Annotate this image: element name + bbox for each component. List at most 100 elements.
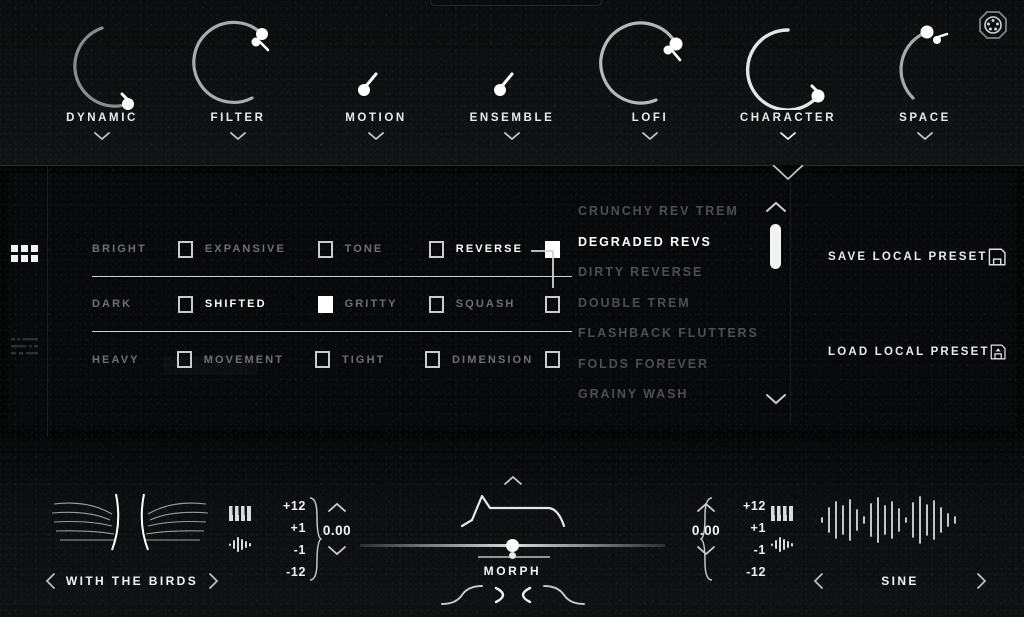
- preset-item[interactable]: DOUBLE TREM: [578, 288, 783, 319]
- chevron-left-icon[interactable]: [44, 572, 58, 590]
- effect-checkbox-dimension[interactable]: [545, 351, 561, 368]
- chevron-down-icon: [642, 132, 658, 141]
- chevron-down-icon: [94, 132, 110, 141]
- preset-scrollbar[interactable]: [762, 196, 788, 412]
- plugin-window: DYNAMIC FILTER MOTION ENSEMBLE LOFI CHAR…: [0, 0, 1024, 617]
- knob-expand-lofi[interactable]: [590, 128, 710, 141]
- effect-checkbox-squash[interactable]: [545, 295, 560, 313]
- source-a-name[interactable]: WITH THE BIRDS: [66, 574, 198, 588]
- waveform-icon[interactable]: [228, 536, 254, 553]
- list-icon[interactable]: [10, 336, 40, 363]
- effect-toggle-tone[interactable]: TONE: [345, 243, 417, 255]
- effect-label: HEAVY: [92, 353, 140, 366]
- effect-toggle-bright[interactable]: BRIGHT: [92, 243, 166, 255]
- effect-toggle-expansive[interactable]: EXPANSIVE: [205, 243, 306, 255]
- macro-knob-motion[interactable]: MOTION: [316, 14, 436, 141]
- knob-arc-lofi[interactable]: [590, 14, 710, 110]
- source-b-selector: SINE: [812, 572, 988, 590]
- effect-checkbox-bright[interactable]: [177, 240, 193, 258]
- knob-label-filter: FILTER: [210, 112, 266, 124]
- chevron-right-icon[interactable]: [206, 572, 220, 590]
- source-a-tune-value[interactable]: 0.00: [308, 523, 366, 538]
- pitch-tick: -12: [286, 565, 306, 579]
- chevron-down-icon: [504, 132, 520, 141]
- midi-din-icon[interactable]: [976, 8, 1010, 42]
- source-a-waveform-display: [51, 493, 209, 551]
- knob-expand-character[interactable]: [728, 128, 848, 141]
- knob-arc-dynamic[interactable]: [42, 14, 162, 110]
- effect-checkbox-gritty[interactable]: [428, 295, 444, 313]
- effect-checkbox-tone[interactable]: [428, 240, 444, 258]
- knob-arc-space[interactable]: [865, 14, 985, 110]
- effect-checkbox-movement[interactable]: [315, 351, 330, 368]
- knob-arc-filter[interactable]: [178, 14, 298, 110]
- knob-arc-motion[interactable]: [316, 14, 436, 110]
- pitch-tick: +1: [750, 521, 766, 535]
- effect-toggle-shifted[interactable]: SHIFTED: [205, 298, 306, 310]
- grid-icon[interactable]: [10, 244, 40, 269]
- preset-item[interactable]: FOLDS FOREVER: [578, 349, 783, 380]
- effect-row: HEAVY MOVEMENT TIGHT DIMENSION: [92, 332, 572, 387]
- chevron-up-icon[interactable]: [502, 474, 524, 486]
- effect-toggle-dimension[interactable]: DIMENSION: [452, 354, 533, 366]
- effect-toggle-reverse[interactable]: REVERSE: [456, 243, 533, 255]
- knob-expand-dynamic[interactable]: [42, 128, 162, 141]
- pitch-tick: -12: [746, 565, 766, 579]
- chevron-down-icon[interactable]: [326, 545, 348, 556]
- effect-toggle-heavy[interactable]: HEAVY: [92, 354, 165, 366]
- source-a-tune-stepper[interactable]: 0.00: [308, 500, 366, 561]
- effect-checkbox-tight[interactable]: [425, 351, 440, 368]
- effect-row: BRIGHT EXPANSIVE TONE REVERSE: [92, 222, 572, 277]
- macro-knob-lofi[interactable]: LOFI: [590, 14, 710, 141]
- preset-item[interactable]: FLASHBACK FLUTTERS: [578, 318, 783, 349]
- effect-toggle-movement[interactable]: MOVEMENT: [204, 354, 303, 366]
- effect-toggle-dark[interactable]: DARK: [92, 298, 166, 310]
- preset-item[interactable]: DIRTY REVERSE: [578, 257, 783, 288]
- effect-checkbox-shifted[interactable]: [317, 295, 333, 313]
- effect-toggle-gritty[interactable]: GRITTY: [345, 298, 417, 310]
- scrollbar-thumb[interactable]: [770, 224, 781, 269]
- scrollbar-track[interactable]: [770, 220, 781, 386]
- effect-toggle-tight[interactable]: TIGHT: [342, 354, 413, 366]
- chevron-right-icon[interactable]: [974, 572, 988, 590]
- chevron-down-icon: [230, 132, 246, 141]
- pitch-tick: +1: [290, 521, 306, 535]
- preset-item[interactable]: GRAINY WASH: [578, 379, 783, 410]
- waveform-icon[interactable]: [770, 536, 796, 553]
- preset-item-selected[interactable]: DEGRADED REVS: [578, 227, 783, 258]
- macro-knob-character[interactable]: CHARACTER: [728, 14, 848, 141]
- piano-keys-icon[interactable]: [228, 505, 254, 522]
- knob-expand-motion[interactable]: [316, 128, 436, 141]
- effect-toggle-squash[interactable]: SQUASH: [456, 298, 533, 310]
- knob-expand-filter[interactable]: [178, 128, 298, 141]
- load-local-preset-button[interactable]: LOAD LOCAL PRESET: [828, 337, 1006, 367]
- chevron-left-icon[interactable]: [812, 572, 826, 590]
- top-window-stub: [430, 0, 602, 6]
- knob-expand-ensemble[interactable]: [452, 128, 572, 141]
- macro-knob-ensemble[interactable]: ENSEMBLE: [452, 14, 572, 141]
- save-local-preset-button[interactable]: SAVE LOCAL PRESET: [828, 242, 1006, 272]
- chevron-down-icon[interactable]: [763, 392, 789, 406]
- floppy-load-icon: [990, 344, 1006, 360]
- macro-knob-dynamic[interactable]: DYNAMIC: [42, 14, 162, 141]
- effect-checkbox-heavy[interactable]: [176, 351, 192, 368]
- macro-knob-filter[interactable]: FILTER: [178, 14, 298, 141]
- morph-slider-handle[interactable]: [506, 539, 519, 552]
- effect-label: GRITTY: [344, 298, 398, 310]
- knob-arc-ensemble[interactable]: [452, 14, 572, 110]
- source-b-name[interactable]: SINE: [881, 574, 919, 588]
- source-b-brace: [700, 497, 713, 581]
- chevron-up-icon[interactable]: [326, 502, 348, 513]
- effect-checkbox-expansive[interactable]: [317, 240, 333, 258]
- preset-list[interactable]: CRUNCHY REV TREM DEGRADED REVS DIRTY REV…: [578, 196, 783, 414]
- effect-checkbox-dark[interactable]: [177, 295, 193, 313]
- effect-label: SHIFTED: [204, 298, 267, 310]
- macro-knob-space[interactable]: SPACE: [865, 14, 985, 141]
- preset-item[interactable]: CRUNCHY REV TREM: [578, 196, 783, 227]
- knob-arc-character[interactable]: [728, 14, 848, 110]
- chevron-up-icon[interactable]: [763, 200, 789, 214]
- piano-keys-icon[interactable]: [770, 505, 796, 522]
- chevron-down-icon: [368, 132, 384, 141]
- load-preset-label: LOAD LOCAL PRESET: [828, 346, 990, 358]
- knob-expand-space[interactable]: [865, 128, 985, 141]
